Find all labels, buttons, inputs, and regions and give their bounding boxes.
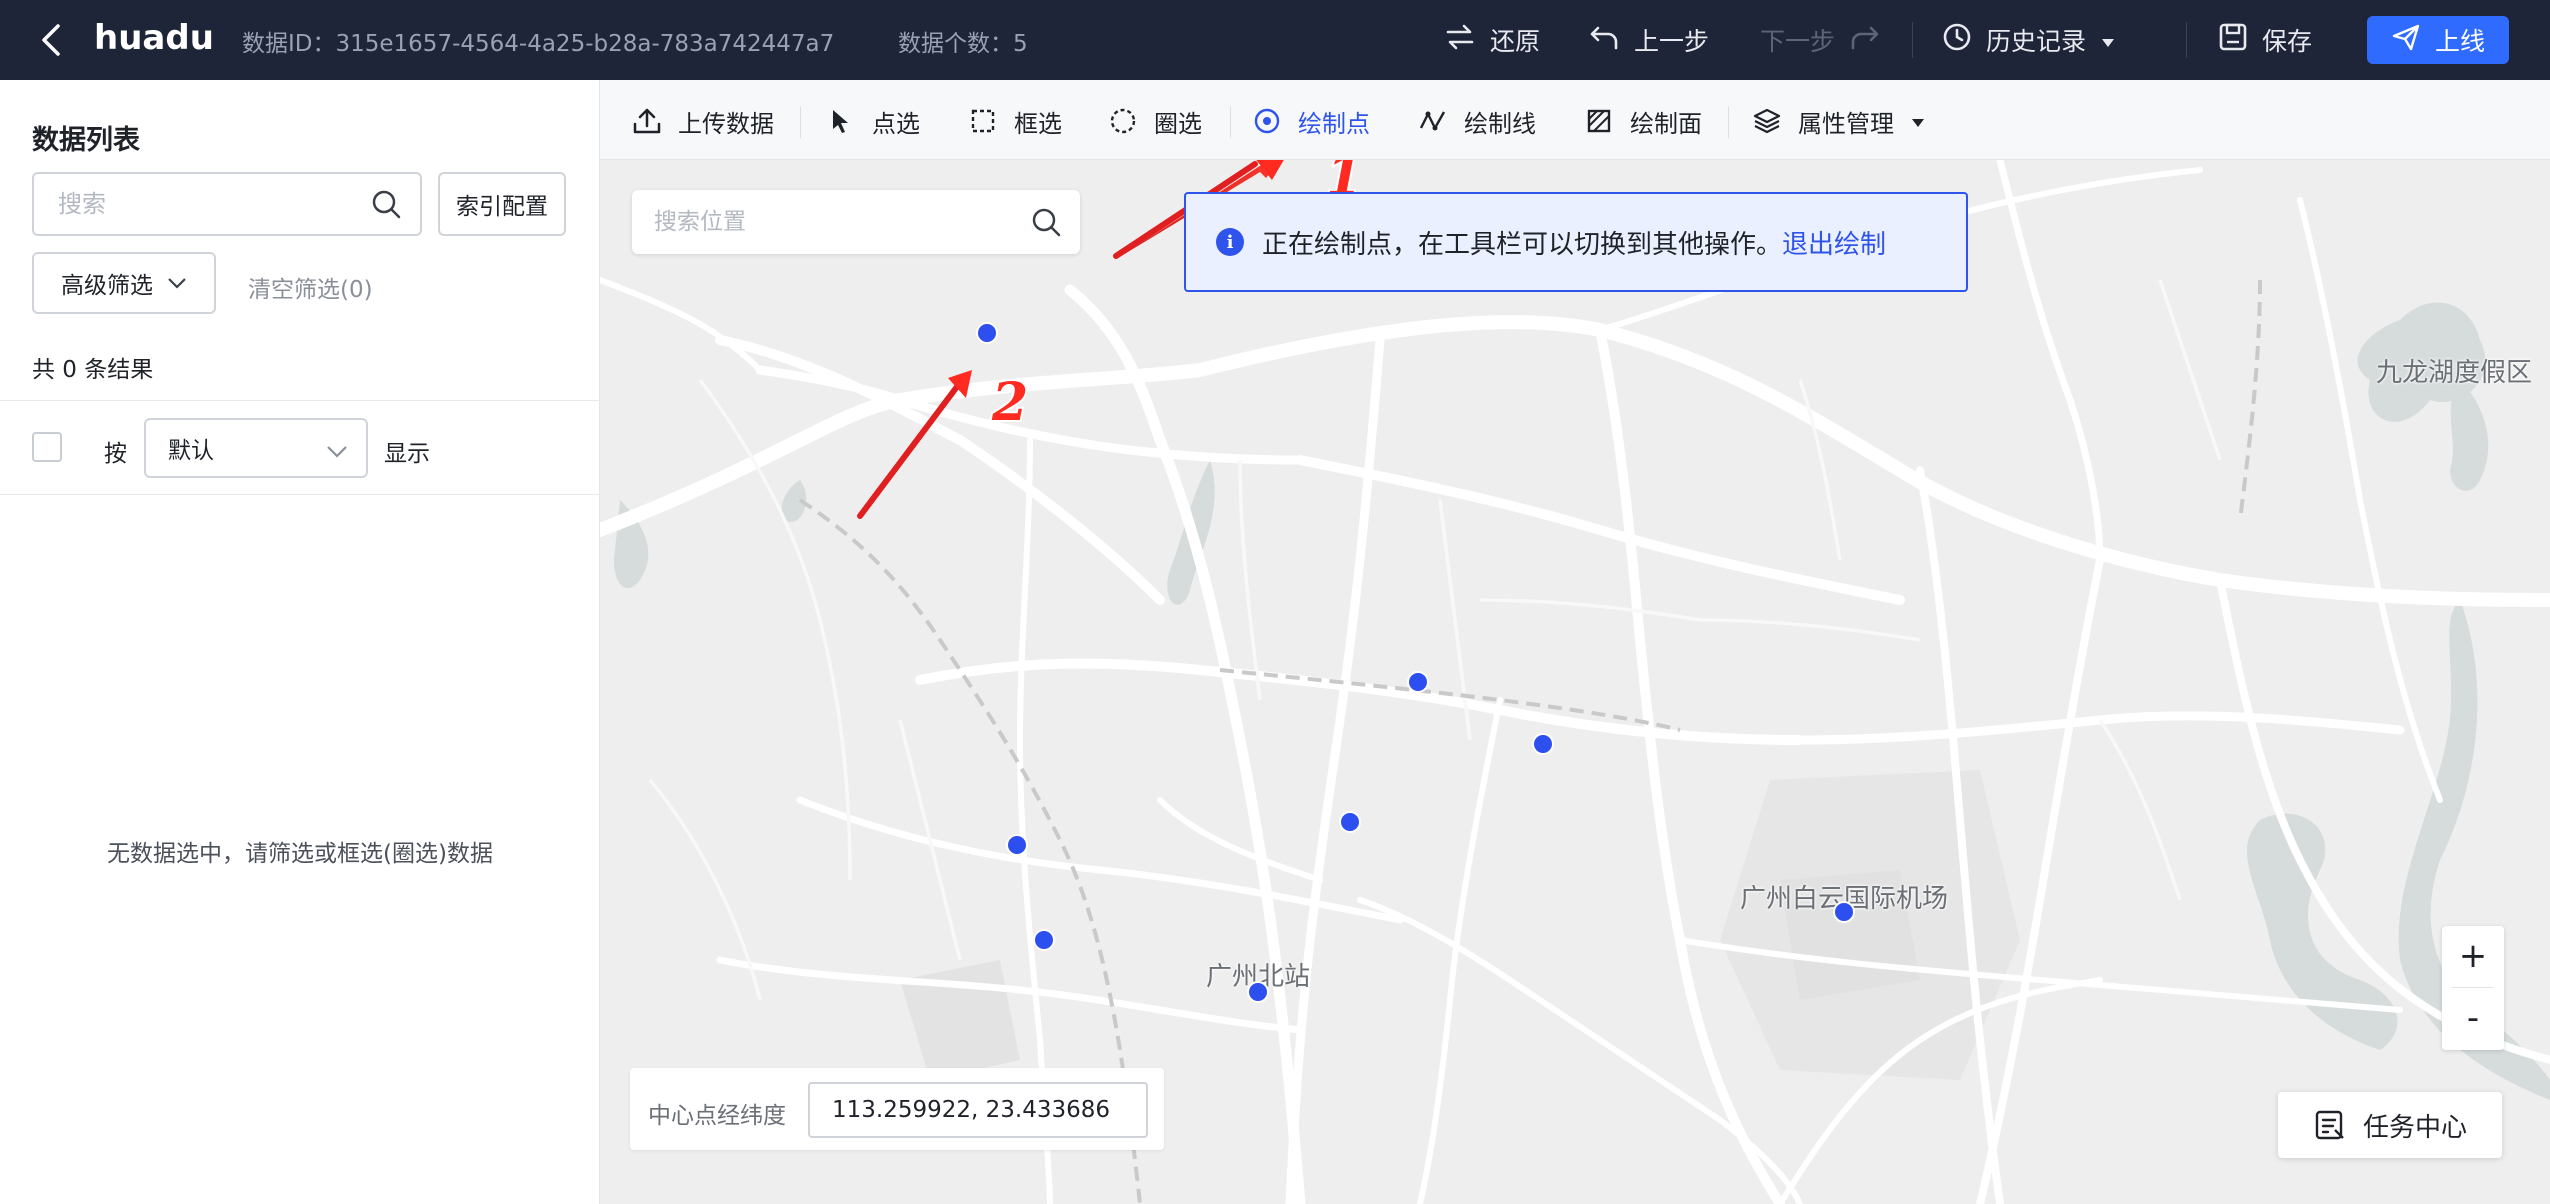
- history-label: 历史记录: [1986, 27, 2087, 56]
- task-list-icon: [2313, 1108, 2347, 1142]
- cursor-arrow-icon: [826, 106, 856, 136]
- search-icon[interactable]: [370, 188, 402, 220]
- header-divider: [1912, 22, 1913, 58]
- clear-filter-link[interactable]: 清空筛选(0): [248, 270, 373, 304]
- restore-button[interactable]: 还原: [1444, 18, 1540, 62]
- dashed-circle-icon: [1108, 106, 1138, 136]
- upload-icon: [632, 106, 662, 136]
- result-count: 共 0 条结果: [32, 357, 154, 383]
- clock-icon: [1942, 22, 1972, 58]
- polyline-icon: [1418, 106, 1448, 136]
- divider: [0, 400, 600, 401]
- redo-label: 下一步: [1760, 27, 1836, 56]
- caret-down-icon: [2100, 26, 2116, 55]
- task-center-label: 任务中心: [2362, 1112, 2467, 1143]
- restore-icon: [1444, 22, 1476, 58]
- top-bar: huadu 数据ID：315e1657-4564-4a25-b28a-783a7…: [0, 0, 2550, 80]
- location-search[interactable]: [632, 190, 1080, 254]
- chevron-down-icon: [326, 440, 348, 458]
- zoom-out-button[interactable]: -: [2442, 988, 2504, 1048]
- upload-data-button[interactable]: 上传数据: [632, 102, 774, 140]
- app-title: huadu: [94, 18, 214, 58]
- save-label: 保存: [2262, 27, 2313, 56]
- sort-suffix-label: 显示: [384, 441, 430, 467]
- task-center-button[interactable]: 任务中心: [2278, 1092, 2502, 1158]
- back-arrow-icon[interactable]: [34, 20, 70, 60]
- center-coordinates-label: 中心点经纬度: [648, 1103, 786, 1129]
- select-all-checkbox[interactable]: [32, 432, 62, 462]
- notice-text: 正在绘制点，在工具栏可以切换到其他操作。: [1262, 229, 1783, 260]
- redo-icon: [1849, 22, 1881, 58]
- toolbar-divider: [800, 106, 801, 138]
- send-icon: [2391, 22, 2421, 58]
- header-divider: [2186, 22, 2187, 58]
- map-label-airport: 广州白云国际机场: [1740, 884, 1949, 914]
- data-id-text: 数据ID：315e1657-4564-4a25-b28a-783a742447a…: [242, 31, 835, 57]
- draw-point-label: 绘制点: [1298, 109, 1370, 138]
- layers-icon: [1752, 106, 1782, 136]
- search-input[interactable]: [34, 174, 374, 234]
- publish-label: 上线: [2434, 27, 2485, 56]
- save-button[interactable]: 保存: [2218, 18, 2312, 62]
- target-point-icon: [1252, 106, 1282, 136]
- draw-point-tool[interactable]: 绘制点: [1252, 102, 1370, 140]
- search-field[interactable]: [32, 172, 422, 236]
- restore-label: 还原: [1490, 27, 1541, 56]
- polygon-icon: [1584, 106, 1614, 136]
- box-select-tool[interactable]: 框选: [968, 102, 1062, 140]
- draw-line-tool[interactable]: 绘制线: [1418, 102, 1536, 140]
- circle-select-tool[interactable]: 圈选: [1108, 102, 1202, 140]
- undo-icon: [1588, 22, 1620, 58]
- divider: [0, 494, 600, 495]
- advanced-filter-label: 高级筛选: [61, 273, 153, 299]
- chevron-down-icon: [167, 270, 187, 296]
- draw-polygon-label: 绘制面: [1630, 109, 1702, 138]
- caret-down-icon: [1910, 107, 1926, 135]
- data-list-panel: 数据列表 索引配置 高级筛选 清空筛选(0) 共 0 条结果 按 默认 显示 无…: [0, 80, 600, 1204]
- redo-button[interactable]: 下一步: [1760, 18, 1881, 62]
- map-canvas[interactable]: 九龙湖度假区 广州白云国际机场 广州北站 1 2 上传数据 点选 框选 圈选 绘…: [600, 80, 2550, 1204]
- sort-select-value: 默认: [168, 438, 214, 464]
- publish-button[interactable]: 上线: [2367, 16, 2509, 64]
- zoom-in-button[interactable]: +: [2442, 926, 2504, 986]
- point-select-label: 点选: [872, 109, 920, 138]
- data-count-text: 数据个数：5: [898, 31, 1028, 57]
- index-config-button[interactable]: 索引配置: [438, 172, 566, 236]
- sort-prefix-label: 按: [104, 441, 127, 467]
- history-dropdown[interactable]: 历史记录: [1942, 18, 2116, 62]
- panel-title: 数据列表: [32, 125, 140, 156]
- box-select-label: 框选: [1014, 109, 1062, 138]
- save-icon: [2218, 22, 2248, 58]
- center-coordinates-value[interactable]: 113.259922, 23.433686: [808, 1082, 1148, 1138]
- map-toolbar: 上传数据 点选 框选 圈选 绘制点 绘制线 绘制面 属性管理: [600, 80, 2550, 160]
- point-select-tool[interactable]: 点选: [826, 102, 920, 140]
- info-icon: i: [1216, 228, 1244, 256]
- upload-data-label: 上传数据: [678, 109, 774, 138]
- dashed-square-icon: [968, 106, 998, 136]
- toolbar-divider: [1230, 106, 1231, 138]
- draw-line-label: 绘制线: [1464, 109, 1536, 138]
- undo-label: 上一步: [1634, 27, 1710, 56]
- advanced-filter-dropdown[interactable]: 高级筛选: [32, 252, 216, 314]
- map-label-jiulong: 九龙湖度假区: [2376, 358, 2533, 388]
- sort-select[interactable]: 默认: [144, 418, 368, 478]
- location-search-input[interactable]: [632, 190, 1022, 254]
- attribute-management-dropdown[interactable]: 属性管理: [1752, 102, 1926, 140]
- drawing-mode-notice: i 正在绘制点，在工具栏可以切换到其他操作。 退出绘制: [1184, 192, 1968, 292]
- exit-drawing-link[interactable]: 退出绘制: [1782, 224, 1886, 261]
- zoom-controls: + -: [2442, 926, 2504, 1050]
- undo-button[interactable]: 上一步: [1588, 18, 1709, 62]
- search-icon[interactable]: [1030, 206, 1062, 238]
- draw-polygon-tool[interactable]: 绘制面: [1584, 102, 1702, 140]
- toolbar-divider: [1728, 106, 1729, 138]
- attribute-management-label: 属性管理: [1798, 109, 1894, 138]
- map-label-north-station: 广州北站: [1206, 962, 1311, 992]
- center-coordinates: 中心点经纬度 113.259922, 23.433686: [630, 1068, 1164, 1150]
- circle-select-label: 圈选: [1154, 109, 1202, 138]
- empty-state-message: 无数据选中，请筛选或框选(圈选)数据: [107, 841, 493, 867]
